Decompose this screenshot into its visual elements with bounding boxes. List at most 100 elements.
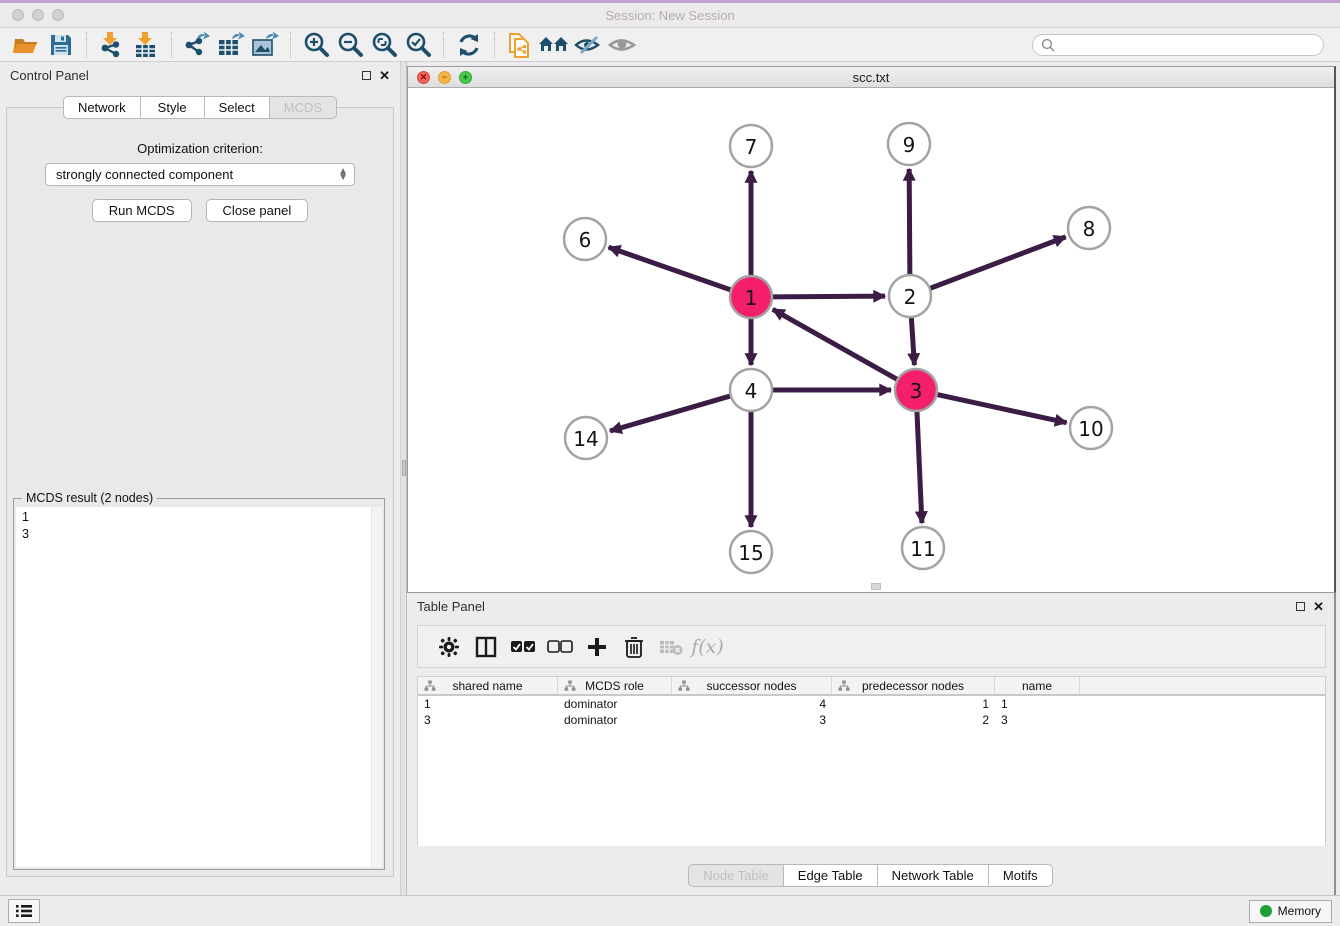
table-row[interactable]: 1dominator411 [418,696,1325,712]
zoom-fit-button[interactable] [367,30,401,60]
graph-node-9[interactable]: 9 [888,123,930,165]
graph-node-15[interactable]: 15 [730,531,772,573]
export-network-icon [183,31,211,59]
tab-mcds[interactable]: MCDS [270,96,337,119]
criterion-dropdown[interactable]: strongly connected component ▲▼ [45,163,355,186]
export-image-button[interactable] [248,30,282,60]
close-panel-icon[interactable]: ✕ [1313,600,1324,613]
column-header-name[interactable]: name [995,677,1080,694]
run-mcds-button[interactable]: Run MCDS [92,199,192,222]
table-settings-button[interactable] [430,630,467,664]
delete-table-button[interactable] [652,630,689,664]
network-close-icon[interactable]: ✕ [417,71,430,84]
tab-edge-table[interactable]: Edge Table [784,864,878,887]
graph-node-11[interactable]: 11 [902,527,944,569]
open-session-button[interactable] [10,30,44,60]
graph-node-10[interactable]: 10 [1070,407,1112,449]
delete-column-button[interactable] [615,630,652,664]
title-bar[interactable]: Session: New Session [0,3,1340,28]
network-window-titlebar[interactable]: scc.txt ✕ − + [408,67,1334,88]
table-cell[interactable]: 3 [418,712,558,728]
table-cell[interactable]: 4 [672,696,832,712]
graph-node-4[interactable]: 4 [730,369,772,411]
hide-selected-button[interactable] [571,30,605,60]
tab-network-table[interactable]: Network Table [878,864,989,887]
import-network-button[interactable] [95,30,129,60]
tab-node-table[interactable]: Node Table [688,864,784,887]
edge-3-10[interactable] [936,394,1067,422]
select-all-columns-button[interactable] [504,630,541,664]
graph-node-6[interactable]: 6 [564,218,606,260]
show-column-panel-button[interactable] [467,630,504,664]
search-field[interactable] [1032,34,1324,56]
edge-2-9[interactable] [909,169,910,276]
export-table-button[interactable] [214,30,248,60]
table-cell[interactable]: 3 [672,712,832,728]
unselect-all-columns-button[interactable] [541,630,578,664]
edge-4-14[interactable] [610,396,732,431]
table-row[interactable]: 3dominator323 [418,712,1325,728]
export-network-button[interactable] [180,30,214,60]
column-type-icon [838,680,850,692]
panel-divider[interactable] [400,62,407,895]
tab-network[interactable]: Network [63,96,141,119]
network-maximize-icon[interactable]: + [459,71,472,84]
mcds-result-text[interactable]: 1 3 [16,507,371,867]
network-minimize-icon[interactable]: − [438,71,451,84]
edge-1-6[interactable] [609,247,733,290]
divider-handle-icon[interactable] [402,460,406,476]
graph-node-2[interactable]: 2 [889,275,931,317]
tab-style[interactable]: Style [141,96,205,119]
column-header-shared-name[interactable]: shared name [418,677,558,694]
edge-2-8[interactable] [929,237,1066,289]
refresh-button[interactable] [452,30,486,60]
edge-1-2[interactable] [771,296,885,297]
close-panel-button[interactable]: Close panel [206,199,309,222]
zoom-in-button[interactable] [299,30,333,60]
table-cell[interactable]: 1 [418,696,558,712]
column-header-successor-nodes[interactable]: successor nodes [672,677,832,694]
table-cell[interactable]: 1 [995,696,1080,712]
tab-select[interactable]: Select [205,96,270,119]
zoom-fit-icon [370,31,398,59]
canvas-scroll-handle[interactable] [871,583,881,590]
edge-3-11[interactable] [917,410,922,523]
control-panel-tabs: NetworkStyleSelectMCDS [0,96,400,119]
network-canvas[interactable]: 7 9 6 8 1 2 4 3 14 10 15 11 [408,88,1334,591]
zoom-out-button[interactable] [333,30,367,60]
tab-motifs[interactable]: Motifs [989,864,1053,887]
close-panel-icon[interactable]: ✕ [379,69,390,82]
table-cell[interactable]: 2 [832,712,995,728]
graph-node-14[interactable]: 14 [565,417,607,459]
result-scrollbar[interactable] [371,507,382,867]
float-panel-icon[interactable] [362,71,371,80]
save-session-button[interactable] [44,30,78,60]
float-panel-icon[interactable] [1296,602,1305,611]
table-cell[interactable]: dominator [558,696,672,712]
graph-node-8[interactable]: 8 [1068,207,1110,249]
table-cell[interactable]: dominator [558,712,672,728]
node-table[interactable]: shared nameMCDS rolesuccessor nodesprede… [417,676,1326,846]
table-cell[interactable]: 1 [832,696,995,712]
import-table-button[interactable] [129,30,163,60]
copy-style-button[interactable] [503,30,537,60]
table-cell[interactable]: 3 [995,712,1080,728]
graph-node-3[interactable]: 3 [895,369,937,411]
task-history-button[interactable] [8,899,40,923]
zoom-selected-button[interactable] [401,30,435,60]
search-input[interactable] [1060,38,1315,52]
trash-icon [624,636,644,658]
edge-2-3[interactable] [911,316,914,365]
edge-3-1[interactable] [773,309,899,380]
graph-node-1[interactable]: 1 [730,276,772,318]
column-header-MCDS-role[interactable]: MCDS role [558,677,672,694]
create-column-button[interactable] [578,630,615,664]
show-all-button[interactable] [605,30,639,60]
network-graph[interactable]: 7 9 6 8 1 2 4 3 14 10 15 11 [408,88,1335,591]
column-header-predecessor-nodes[interactable]: predecessor nodes [832,677,995,694]
graph-node-7[interactable]: 7 [730,125,772,167]
mcds-result-group: MCDS result (2 nodes) 1 3 [13,498,385,870]
memory-button[interactable]: Memory [1249,900,1332,923]
function-builder-button[interactable]: f(x) [689,630,726,664]
first-neighbors-button[interactable] [537,30,571,60]
